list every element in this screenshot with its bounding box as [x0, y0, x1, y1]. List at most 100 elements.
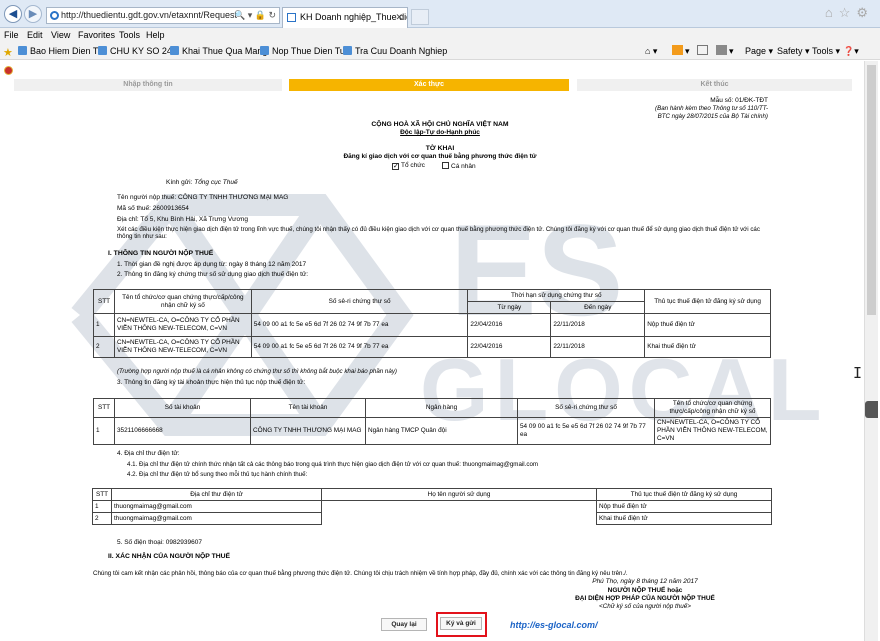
checkbox-to-chuc[interactable]: ✓ Tổ chức [392, 162, 425, 170]
menu-bar: File Edit View Favorites Tools Help [0, 28, 880, 42]
section-1-4-2: 4.2. Địa chỉ thư điện tử bổ sung theo mỗ… [127, 471, 308, 478]
forward-icon[interactable]: ▶ [24, 5, 42, 23]
th-account-name: Tên tài khoản [250, 398, 366, 418]
cell-from: 22/04/2016 [467, 313, 552, 337]
table-row: 1 3521106666668 CÔNG TY TNHH THƯƠNG MẠI … [93, 417, 771, 445]
cell-to: 22/11/2018 [550, 313, 646, 337]
cell-stt: 1 [93, 417, 115, 445]
es-glocal-link[interactable]: http://es-glocal.com/ [510, 620, 598, 630]
scrollbar-thumb[interactable] [867, 65, 876, 315]
cell-stt: 2 [92, 512, 112, 525]
cell-email: thuongmaimag@gmail.com [111, 500, 322, 513]
cell-procedure: Nộp thuế điện tử [644, 313, 771, 337]
taxpayer-name: Tên người nộp thuế: CÔNG TY TNHH THƯƠNG … [117, 194, 289, 201]
home-toolbar-icon[interactable]: ⌂ ▾ [645, 42, 657, 60]
consider-text-1: Xét các điều kiện thực hiện giao dịch đi… [117, 226, 760, 233]
commitment-text: Chúng tôi cam kết nhận các phản hồi, thô… [93, 570, 628, 577]
side-panel-button[interactable] [865, 401, 878, 418]
step-ket-thuc: Kết thúc [577, 79, 852, 91]
cell-from: 22/04/2016 [467, 336, 552, 358]
safety-menu[interactable]: Safety ▾ [777, 42, 810, 60]
th-stt: STT [92, 488, 112, 501]
fav-tra-cuu[interactable]: Tra Cuu Doanh Nghiep [343, 42, 447, 60]
fav-icon [98, 46, 107, 55]
signer-line-2: ĐẠI DIỆN HỢP PHÁP CỦA NGƯỜI NỘP THUẾ [575, 595, 715, 602]
national-title: CỘNG HOÀ XÃ HỘI CHỦ NGHĨA VIỆT NAM [371, 121, 509, 128]
table-header-row: STT Tên tổ chức/cơ quan chứng thực/cấp/c… [93, 289, 771, 314]
section-1-4: 4. Địa chỉ thư điện tử: [117, 450, 180, 457]
menu-edit[interactable]: Edit [27, 28, 43, 42]
mail-icon[interactable] [697, 42, 710, 60]
fav-khai-thue[interactable]: Khai Thue Qua Mang [170, 42, 267, 60]
gear-icon[interactable]: ⚙ [856, 5, 874, 20]
menu-favorites[interactable]: Favorites [78, 28, 115, 42]
cell-email: thuongmaimag@gmail.com [111, 512, 322, 525]
th-org: Tên tổ chức/cơ quan chứng thực/cấp/công … [654, 398, 771, 418]
favorites-bar: ★ Bao Hiem Dien Tu CHU KY SO 24H Khai Th… [0, 42, 880, 60]
back-button[interactable]: Quay lại [381, 618, 427, 631]
browser-tab[interactable]: KH Doanh nghiệp_Thue die... ✕ [282, 7, 408, 28]
consider-text-2: thông tin như sau: [117, 233, 167, 240]
form-issued-2: BTC ngày 28/07/2015 của Bộ Tài chính) [657, 113, 768, 120]
th-procedure: Thủ tục thuế điện tử đăng ký sử dụng [644, 289, 771, 314]
th-user: Họ tên người sử dụng [321, 488, 597, 501]
checkbox-ca-nhan[interactable]: Cá nhân [442, 162, 476, 170]
cell-serial: 54 09 00 a1 fc 5e e5 6d 7f 26 02 74 9f 7… [250, 336, 469, 358]
section-1-1: 1. Thời gian đề nghị được áp dụng từ: ng… [117, 261, 307, 268]
fav-chu-ky-so[interactable]: CHU KY SO 24H [98, 42, 178, 60]
section-1-4-1: 4.1. Địa chỉ thư điện tử chính thức nhận… [127, 461, 539, 468]
section-1-heading: I. THÔNG TIN NGƯỜI NỘP THUẾ [108, 250, 214, 257]
th-stt: STT [93, 289, 115, 314]
home-icon[interactable]: ⌂ [825, 5, 839, 20]
fav-bao-hiem[interactable]: Bao Hiem Dien Tu [18, 42, 103, 60]
cell-user [321, 512, 597, 525]
cell-org: CN=NEWTEL-CA, O=CÔNG TY CỔ PHẦN VIỄN THÔ… [654, 417, 771, 445]
th-account: Số tài khoản [114, 398, 251, 418]
th-validity: Thời hạn sử dụng chứng thư số [467, 289, 646, 302]
address: Địa chỉ: Tổ 5, Khu Bình Hải, Xã Trưng Vư… [117, 216, 248, 223]
back-icon[interactable]: ◀ [4, 5, 22, 23]
th-from: Từ ngày [467, 301, 552, 314]
cell-to: 22/11/2018 [550, 336, 646, 358]
vertical-scrollbar[interactable] [864, 61, 878, 641]
page-menu[interactable]: Page ▾ [745, 42, 773, 60]
address-bar[interactable]: http://thuedientu.gdt.gov.vn/etaxnnt/Req… [46, 7, 280, 24]
print-icon[interactable]: ▾ [716, 42, 734, 60]
window-icons[interactable]: ⌂☆⚙ [825, 5, 874, 21]
step-nhap-thong-tin: Nhập thông tin [14, 79, 282, 91]
cell-user [321, 500, 597, 513]
th-bank: Ngân hàng [365, 398, 518, 418]
cell-stt: 1 [93, 313, 115, 337]
form-code: Mẫu số: 01/ĐK-TĐT [710, 97, 768, 104]
checkbox-empty-icon [442, 162, 449, 169]
menu-help[interactable]: Help [146, 28, 165, 42]
fav-icon [18, 46, 27, 55]
cell-bank: Ngân hàng TMCP Quân đội [365, 417, 518, 445]
new-tab-button[interactable] [411, 9, 429, 25]
fav-icon [260, 46, 269, 55]
favorites-star-icon[interactable]: ★ [3, 44, 13, 62]
tab-title: KH Doanh nghiệp_Thue die... [300, 12, 408, 22]
tools-menu[interactable]: Tools ▾ [812, 42, 840, 60]
cell-procedure: Khai thuế điện tử [644, 336, 771, 358]
fav-nop-thue[interactable]: Nop Thue Dien Tu [260, 42, 345, 60]
rss-icon[interactable]: ▾ [672, 42, 690, 60]
menu-tools[interactable]: Tools [119, 28, 140, 42]
tax-code: Mã số thuế: 2600913654 [117, 205, 189, 212]
account-table: STT Số tài khoản Tên tài khoản Ngân hàng… [93, 398, 771, 445]
close-tab-icon[interactable]: ✕ [395, 8, 403, 27]
section-1-3: 3. Thông tin đăng ký tài khoản thực hiện… [117, 379, 306, 386]
th-org: Tên tổ chức/cơ quan chứng thực/cấp/công … [113, 289, 252, 314]
table-row: 1 thuongmaimag@gmail.com Nộp thuế điện t… [92, 500, 772, 513]
refresh-icon[interactable]: 🔍 ▾ 🔒 ↻ [234, 8, 276, 23]
declaration-subtitle: Đăng kí giao dịch với cơ quan thuế bằng … [343, 153, 537, 160]
ie-icon [50, 11, 59, 20]
star-icon[interactable]: ☆ [839, 5, 857, 20]
site-logo-icon [4, 66, 13, 75]
menu-view[interactable]: View [51, 28, 70, 42]
th-stt: STT [93, 398, 115, 418]
help-menu[interactable]: ❓▾ [843, 42, 859, 60]
table-row: 1 CN=NEWTEL-CA, O=CÔNG TY CỔ PHẦN VIỄN T… [93, 313, 771, 337]
menu-file[interactable]: File [4, 28, 19, 42]
table-row: 2 thuongmaimag@gmail.com Khai thuế điện … [92, 512, 772, 525]
